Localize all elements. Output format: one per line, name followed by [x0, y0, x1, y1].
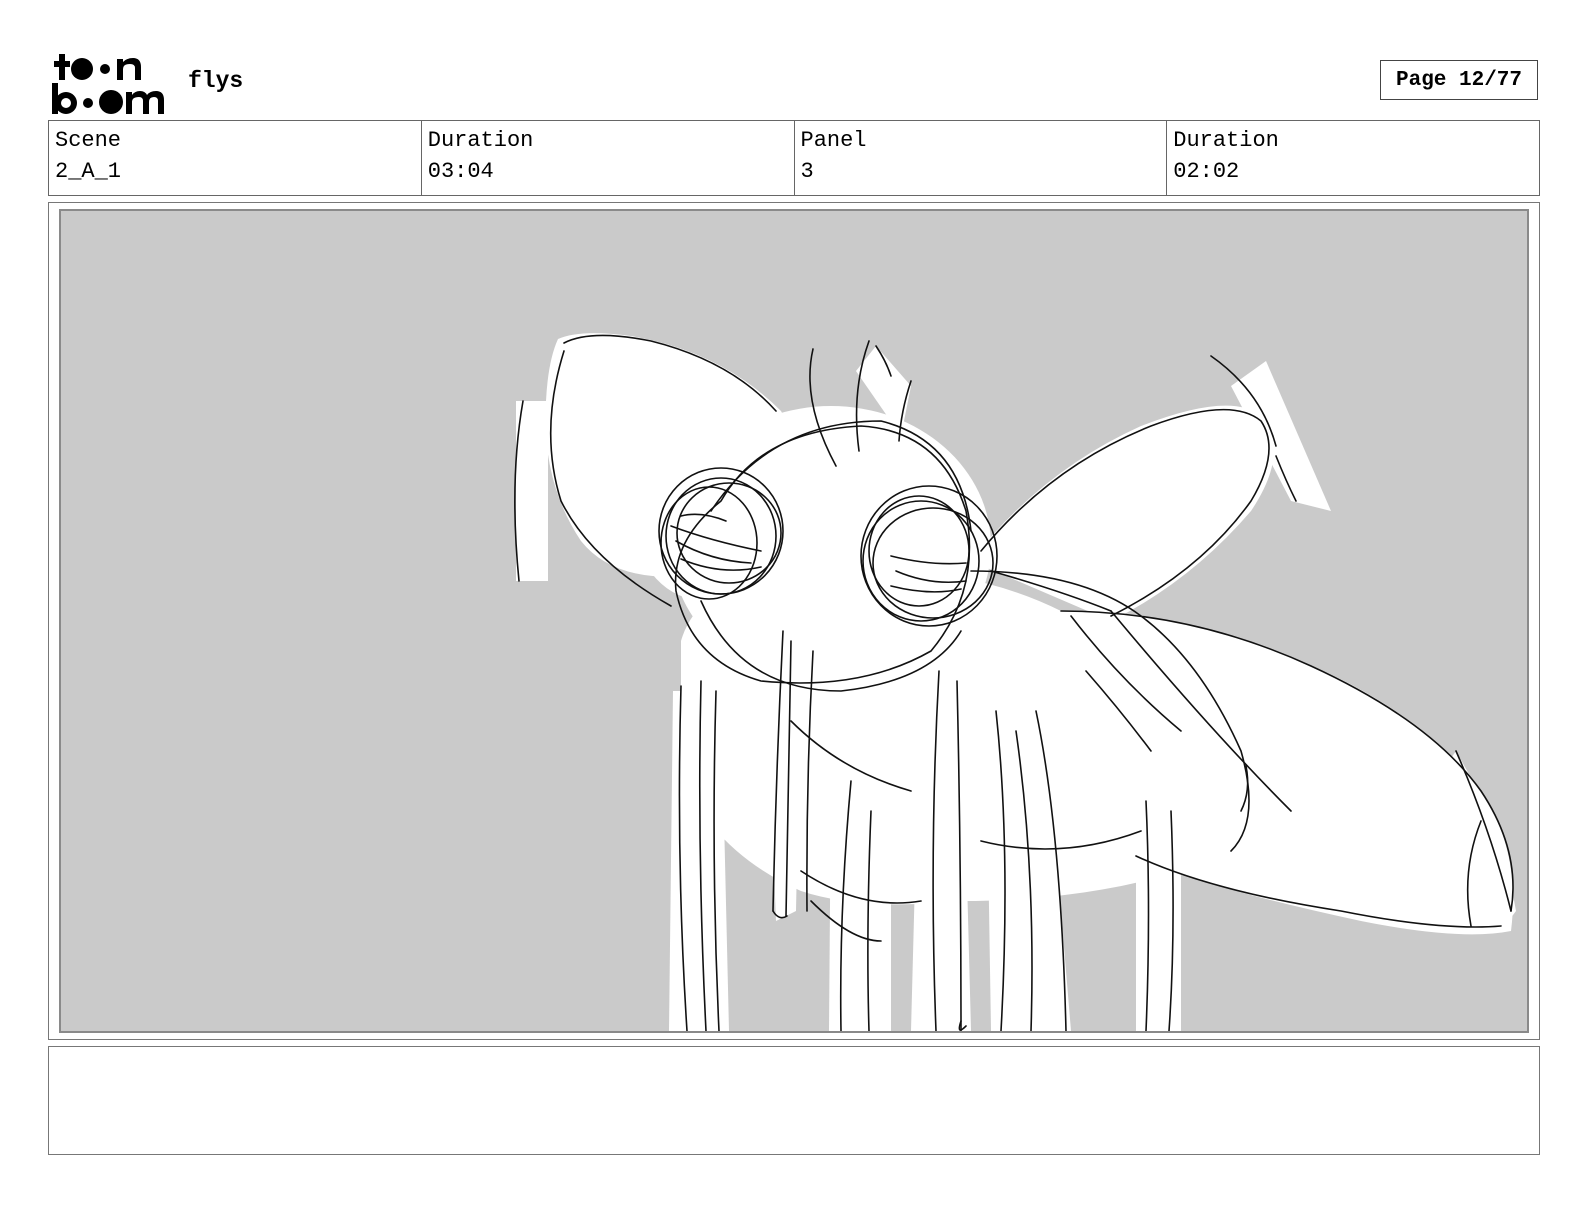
panel-image: [59, 209, 1529, 1033]
scene-info-table: Scene 2_A_1 Duration 03:04 Panel 3 Durat…: [48, 120, 1540, 196]
panel-value: 3: [800, 159, 814, 184]
scene-cell: Scene 2_A_1: [49, 121, 422, 195]
panel-duration-label: Duration: [1173, 128, 1279, 153]
toon-boom-logo: [52, 54, 164, 114]
project-title: flys: [188, 68, 244, 94]
scene-value: 2_A_1: [55, 159, 122, 184]
scene-duration-cell: Duration 03:04: [422, 121, 795, 195]
scene-duration-value: 03:04: [427, 159, 494, 184]
page-indicator: Page 12/77: [1380, 60, 1538, 100]
notes-box: [48, 1046, 1540, 1155]
scene-duration-label: Duration: [427, 128, 534, 153]
panel-frame: [48, 202, 1540, 1040]
fly-sketch: [514, 333, 1516, 1031]
panel-cell: Panel 3: [795, 121, 1168, 195]
scene-label: Scene: [55, 128, 122, 153]
panel-label: Panel: [800, 128, 867, 153]
panel-duration-cell: Duration 02:02: [1167, 121, 1539, 195]
panel-duration-value: 02:02: [1173, 159, 1240, 184]
